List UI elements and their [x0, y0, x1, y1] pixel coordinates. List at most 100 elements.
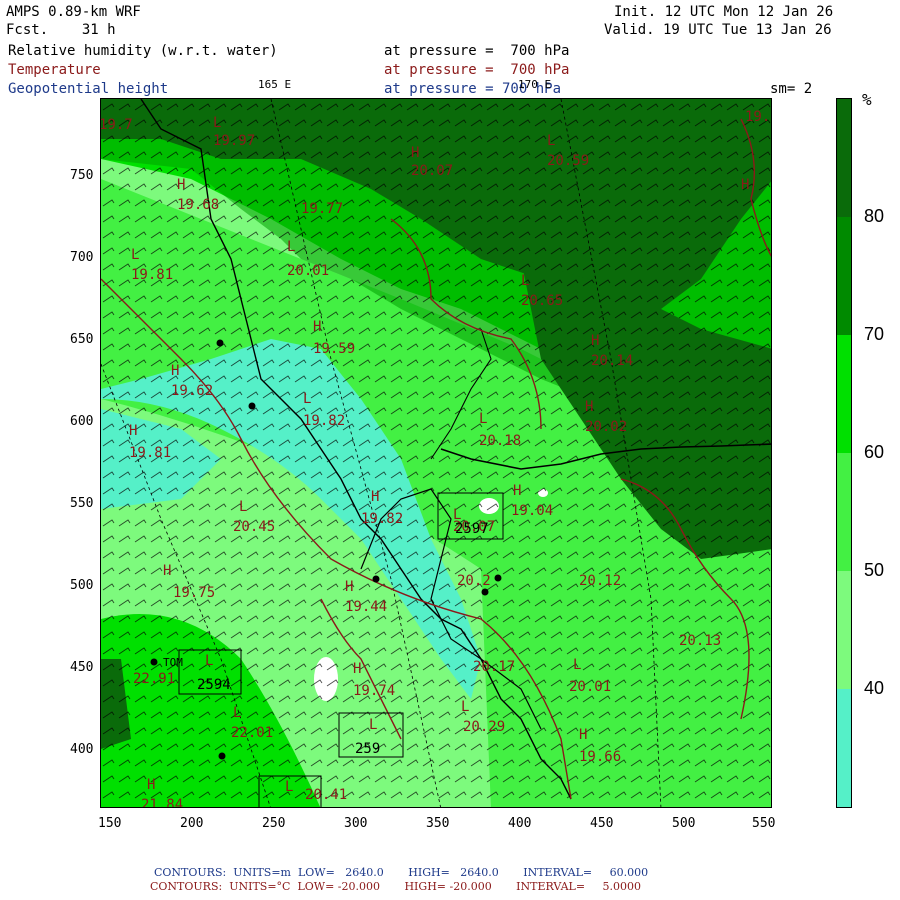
temp-label: 20.45	[233, 519, 275, 535]
temp-label: 19.7	[745, 109, 772, 125]
temp-label: 20.41	[305, 787, 347, 803]
x-tick-label: 200	[180, 816, 204, 831]
low-marker: L	[369, 717, 377, 733]
low-marker: L	[521, 273, 529, 289]
model-title: AMPS 0.89-km WRF	[6, 4, 141, 20]
colorbar-label: 50	[864, 560, 885, 580]
high-marker: H	[371, 489, 379, 505]
x-tick-label: 350	[426, 816, 450, 831]
y-tick-label: 700	[70, 250, 94, 265]
height-box-label: 2594	[197, 677, 231, 693]
high-marker: H	[177, 177, 185, 193]
smoothing-label: sm= 2	[770, 81, 813, 97]
temp-label: 19.04	[511, 503, 553, 519]
temp-label: 22.91	[133, 671, 175, 687]
temp-label: 20.14	[591, 353, 633, 369]
temp-label: 19.68	[177, 197, 219, 213]
station-dot	[248, 402, 256, 410]
colorbar-swatch-below-40	[837, 689, 851, 807]
temp-label: 20.07	[411, 163, 453, 179]
station-dot	[494, 574, 502, 582]
high-marker: H	[591, 333, 599, 349]
temp-label: 20.13	[679, 633, 721, 649]
high-marker: H	[313, 319, 321, 335]
colorbar-label: 80	[864, 206, 885, 226]
station-dot-tom	[150, 658, 158, 666]
valid-time: Valid. 19 UTC Tue 13 Jan 26	[604, 22, 832, 38]
temp-label: 19.82	[303, 413, 345, 429]
temp-label: 20.65	[521, 293, 563, 309]
temp-label: 20.01	[569, 679, 611, 695]
height-box-label: 2597	[455, 521, 489, 537]
low-marker: L	[547, 133, 555, 149]
y-tick-label: 500	[70, 578, 94, 593]
temp-label: 20.17	[473, 659, 515, 675]
field-height-label: Geopotential height	[8, 81, 169, 97]
station-label-tom: TOM	[163, 656, 183, 669]
y-tick-label: 550	[70, 496, 94, 511]
low-marker: L	[239, 499, 247, 515]
temp-label: 19.75	[173, 585, 215, 601]
high-marker: H	[345, 579, 353, 595]
high-marker: H	[579, 727, 587, 743]
colorbar-swatch-above-80	[837, 99, 851, 217]
temp-label: 20.12	[579, 573, 621, 589]
temp-label: 21.84	[141, 797, 183, 808]
y-tick-label: 750	[70, 168, 94, 183]
y-tick-label: 450	[70, 660, 94, 675]
map-panel: 19.97 20.07 20.59 19.68 19.77 19.81 20.0…	[100, 98, 772, 808]
x-tick-label: 150	[98, 816, 122, 831]
low-marker: L	[233, 705, 241, 721]
station-dot	[372, 575, 380, 583]
colorbar-unit: %	[862, 90, 872, 109]
station-dot	[216, 339, 224, 347]
y-tick-label: 400	[70, 742, 94, 757]
temp-label: 22.01	[231, 725, 273, 741]
temp-label: 19.74	[353, 683, 395, 699]
temp-label: 19.81	[131, 267, 173, 283]
map-svg: 19.97 20.07 20.59 19.68 19.77 19.81 20.0…	[101, 99, 772, 808]
x-tick-label: 400	[508, 816, 532, 831]
high-marker: H	[741, 177, 749, 193]
y-tick-label: 600	[70, 414, 94, 429]
colorbar-swatch-50-60	[837, 453, 851, 571]
field-rh-label: Relative humidity (w.r.t. water)	[8, 43, 278, 59]
low-marker: L	[303, 391, 311, 407]
low-marker: L	[285, 779, 293, 795]
colorbar-label: 60	[864, 442, 885, 462]
high-marker: H	[129, 423, 137, 439]
low-marker: L	[131, 247, 139, 263]
colorbar	[836, 98, 852, 808]
temp-label: 20.2	[457, 573, 491, 589]
colorbar-label: 70	[864, 324, 885, 344]
temp-label: 19.97	[213, 133, 255, 149]
low-marker: L	[461, 699, 469, 715]
y-tick-label: 650	[70, 332, 94, 347]
field-rh-level: at pressure = 700 hPa	[384, 43, 570, 59]
temp-label: 20.29	[463, 719, 505, 735]
temp-label: 19.66	[579, 749, 621, 765]
colorbar-swatch-70-80	[837, 217, 851, 335]
low-marker: H	[411, 145, 419, 161]
x-tick-label: 500	[672, 816, 696, 831]
high-marker: H	[353, 661, 361, 677]
footer-height-contours: CONTOURS: UNITS=m LOW= 2640.0 HIGH= 2640…	[154, 866, 649, 879]
low-marker: L	[573, 657, 581, 673]
temp-label: 19.77	[301, 201, 343, 217]
field-temp-level: at pressure = 700 hPa	[384, 62, 570, 78]
temp-label: 20.02	[585, 419, 627, 435]
footer-temperature-contours: CONTOURS: UNITS=°C LOW= -20.000 HIGH= -2…	[150, 880, 642, 893]
x-tick-label: 550	[752, 816, 776, 831]
high-marker: H	[147, 777, 155, 793]
station-dot	[481, 588, 489, 596]
high-marker: H	[163, 563, 171, 579]
init-time: Init. 12 UTC Mon 12 Jan 26	[614, 4, 834, 20]
temp-label: 19.81	[129, 445, 171, 461]
low-marker: L	[287, 239, 295, 255]
high-marker: H	[513, 483, 521, 499]
longitude-label-165e: 165 E	[258, 78, 292, 91]
longitude-label-170e: 170 E	[518, 78, 552, 91]
colorbar-swatch-40-50	[837, 571, 851, 689]
temp-label: 19.7	[101, 117, 133, 133]
low-marker: L	[205, 653, 213, 669]
